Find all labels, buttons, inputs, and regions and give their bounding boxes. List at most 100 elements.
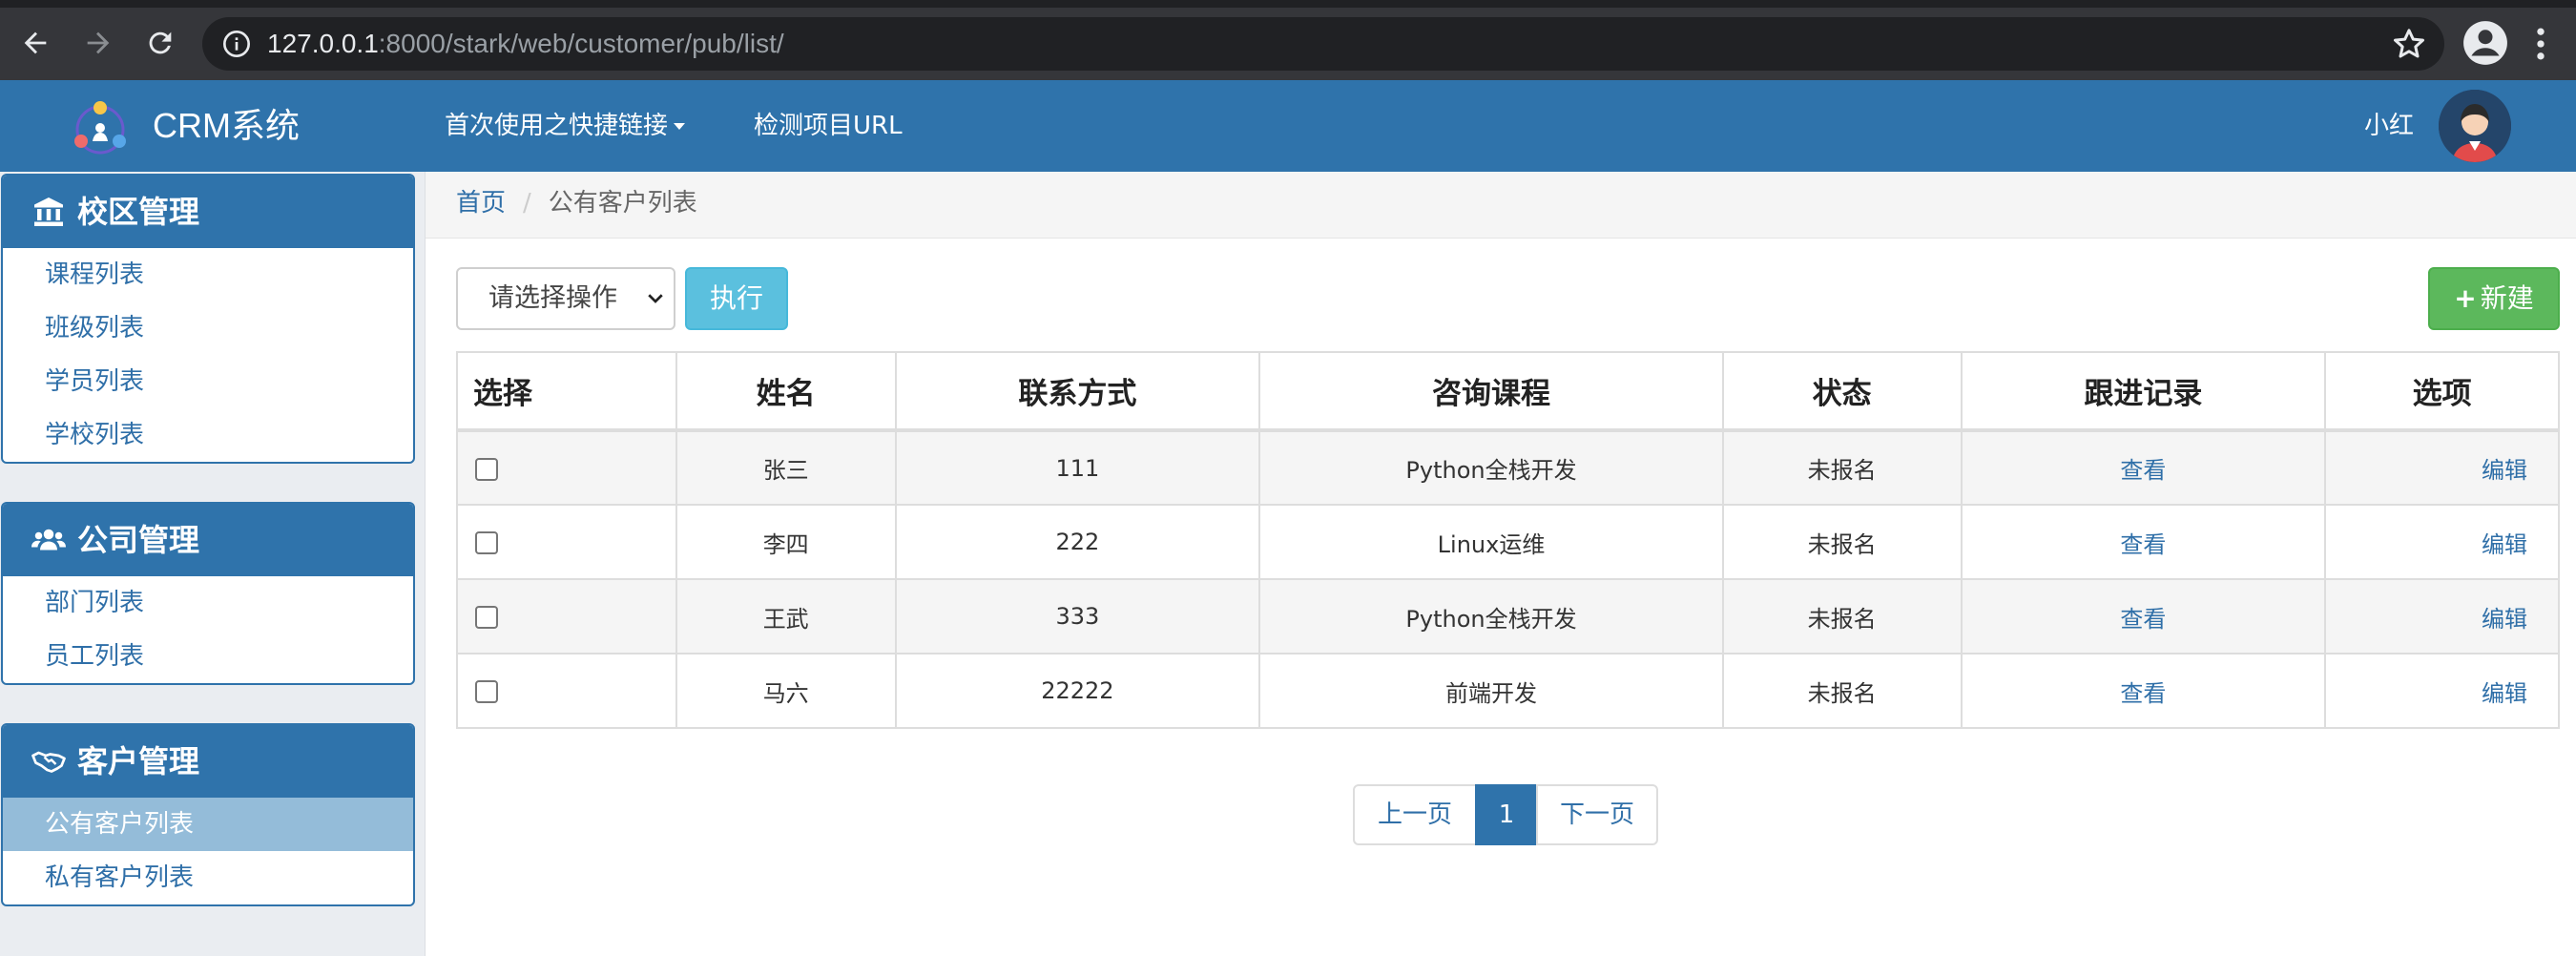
action-select[interactable]: 请选择操作 xyxy=(456,267,675,330)
reload-button[interactable] xyxy=(138,21,182,65)
customer-table: 选择 姓名 联系方式 咨询课程 状态 跟进记录 选项 张三 111 Python… xyxy=(456,351,2560,729)
breadcrumb-separator: / xyxy=(523,189,531,218)
view-record-link[interactable]: 查看 xyxy=(2120,457,2166,484)
kebab-menu-icon[interactable] xyxy=(2530,23,2551,65)
sidebar-item-private-customer-list[interactable]: 私有客户列表 xyxy=(3,851,413,904)
panel-title: 校区管理 xyxy=(77,194,200,230)
option-cell: 编辑 xyxy=(2324,578,2560,655)
panel-header-customer[interactable]: 客户管理 xyxy=(3,725,413,798)
row-checkbox[interactable] xyxy=(475,680,498,703)
user-avatar-icon xyxy=(2439,90,2511,162)
table-row: 马六 22222 前端开发 未报名 查看 编辑 xyxy=(456,653,2560,729)
reload-icon xyxy=(149,31,172,54)
sidebar-item-student-list[interactable]: 学员列表 xyxy=(3,355,413,408)
select-cell xyxy=(456,578,677,655)
record-cell: 查看 xyxy=(1960,429,2327,506)
sidebar: 校区管理 课程列表 班级列表 学员列表 学校列表 公司管理 部门列表 员工列表 … xyxy=(0,172,426,956)
edit-link[interactable]: 编辑 xyxy=(2482,531,2527,558)
bookmark-star-icon[interactable] xyxy=(2390,25,2428,63)
contact-cell: 222 xyxy=(894,504,1261,580)
chevron-down-icon xyxy=(648,294,663,303)
table-row: 李四 222 Linux运维 未报名 查看 编辑 xyxy=(456,504,2560,580)
name-cell: 张三 xyxy=(675,429,897,506)
edit-link[interactable]: 编辑 xyxy=(2482,457,2527,484)
execute-button[interactable]: 执行 xyxy=(685,267,788,330)
quick-links-dropdown[interactable]: 首次使用之快捷链接 xyxy=(445,109,686,143)
view-record-link[interactable]: 查看 xyxy=(2120,680,2166,707)
panel-customer: 客户管理 公有客户列表 私有客户列表 xyxy=(1,723,415,906)
plus-icon: + xyxy=(2454,282,2477,314)
panel-campus: 校区管理 课程列表 班级列表 学员列表 学校列表 xyxy=(1,174,415,464)
option-cell: 编辑 xyxy=(2324,504,2560,580)
column-header: 咨询课程 xyxy=(1258,351,1724,432)
select-cell xyxy=(456,653,677,729)
top-navbar: CRM系统 首次使用之快捷链接 检测项目URL 小红 xyxy=(0,80,2576,172)
name-cell: 王武 xyxy=(675,578,897,655)
contact-cell: 333 xyxy=(894,578,1261,655)
edit-link[interactable]: 编辑 xyxy=(2482,680,2527,707)
edit-link[interactable]: 编辑 xyxy=(2482,606,2527,633)
sidebar-item-department-list[interactable]: 部门列表 xyxy=(3,576,413,630)
prev-page-button[interactable]: 上一页 xyxy=(1353,784,1477,845)
row-checkbox[interactable] xyxy=(475,531,498,554)
pagination: 上一页 1 下一页 xyxy=(1353,784,1658,845)
row-checkbox[interactable] xyxy=(475,606,498,629)
sidebar-item-class-list[interactable]: 班级列表 xyxy=(3,301,413,355)
panel-header-company[interactable]: 公司管理 xyxy=(3,504,413,576)
status-cell: 未报名 xyxy=(1721,504,1963,580)
panel-header-campus[interactable]: 校区管理 xyxy=(3,176,413,248)
breadcrumb-current: 公有客户列表 xyxy=(548,189,697,218)
sidebar-item-employee-list[interactable]: 员工列表 xyxy=(3,630,413,683)
profile-icon[interactable] xyxy=(2462,19,2509,67)
column-header: 姓名 xyxy=(675,351,897,432)
crm-logo-icon xyxy=(74,101,126,155)
address-bar[interactable]: 127.0.0.1:8000/stark/web/customer/pub/li… xyxy=(202,17,2444,71)
select-cell xyxy=(456,429,677,506)
breadcrumb-home-link[interactable]: 首页 xyxy=(456,189,506,218)
column-header: 选择 xyxy=(456,351,677,432)
status-cell: 未报名 xyxy=(1721,578,1963,655)
sidebar-item-school-list[interactable]: 学校列表 xyxy=(3,408,413,462)
panel-title: 客户管理 xyxy=(77,743,200,779)
handshake-icon xyxy=(31,751,66,773)
forward-button[interactable] xyxy=(76,21,120,65)
column-header: 跟进记录 xyxy=(1960,351,2327,432)
arrow-right-icon xyxy=(87,31,110,54)
sidebar-item-public-customer-list[interactable]: 公有客户列表 xyxy=(3,798,413,851)
table-row: 王武 333 Python全栈开发 未报名 查看 编辑 xyxy=(456,578,2560,655)
brand-title[interactable]: CRM系统 xyxy=(153,105,300,147)
users-icon xyxy=(31,529,66,551)
table-header-row: 选择 姓名 联系方式 咨询课程 状态 跟进记录 选项 xyxy=(456,351,2560,432)
sidebar-item-course-list[interactable]: 课程列表 xyxy=(3,248,413,301)
view-record-link[interactable]: 查看 xyxy=(2120,606,2166,633)
name-cell: 马六 xyxy=(675,653,897,729)
check-url-link[interactable]: 检测项目URL xyxy=(754,109,903,143)
record-cell: 查看 xyxy=(1960,578,2327,655)
bank-icon xyxy=(34,197,63,226)
column-header: 选项 xyxy=(2324,351,2560,432)
panel-title: 公司管理 xyxy=(77,522,200,558)
course-cell: Python全栈开发 xyxy=(1258,578,1724,655)
next-page-button[interactable]: 下一页 xyxy=(1536,784,1658,845)
option-cell: 编辑 xyxy=(2324,653,2560,729)
course-cell: Linux运维 xyxy=(1258,504,1724,580)
info-icon[interactable] xyxy=(221,29,252,59)
back-button[interactable] xyxy=(13,21,57,65)
arrow-left-icon xyxy=(24,31,47,54)
url-text: 127.0.0.1:8000/stark/web/customer/pub/li… xyxy=(267,29,784,58)
name-cell: 李四 xyxy=(675,504,897,580)
breadcrumb: 首页 / 公有客户列表 xyxy=(426,172,2576,239)
panel-company: 公司管理 部门列表 员工列表 xyxy=(1,502,415,685)
browser-toolbar: 127.0.0.1:8000/stark/web/customer/pub/li… xyxy=(0,0,2576,80)
row-checkbox[interactable] xyxy=(475,457,498,481)
new-button[interactable]: + 新建 xyxy=(2428,267,2560,330)
select-cell xyxy=(456,504,677,580)
username[interactable]: 小红 xyxy=(2364,109,2414,143)
page-1-button[interactable]: 1 xyxy=(1475,784,1538,845)
new-button-label: 新建 xyxy=(2480,282,2534,314)
column-header: 状态 xyxy=(1721,351,1963,432)
avatar[interactable] xyxy=(2439,90,2511,162)
view-record-link[interactable]: 查看 xyxy=(2120,531,2166,558)
table-row: 张三 111 Python全栈开发 未报名 查看 编辑 xyxy=(456,429,2560,506)
action-select-value: 请选择操作 xyxy=(488,283,617,313)
